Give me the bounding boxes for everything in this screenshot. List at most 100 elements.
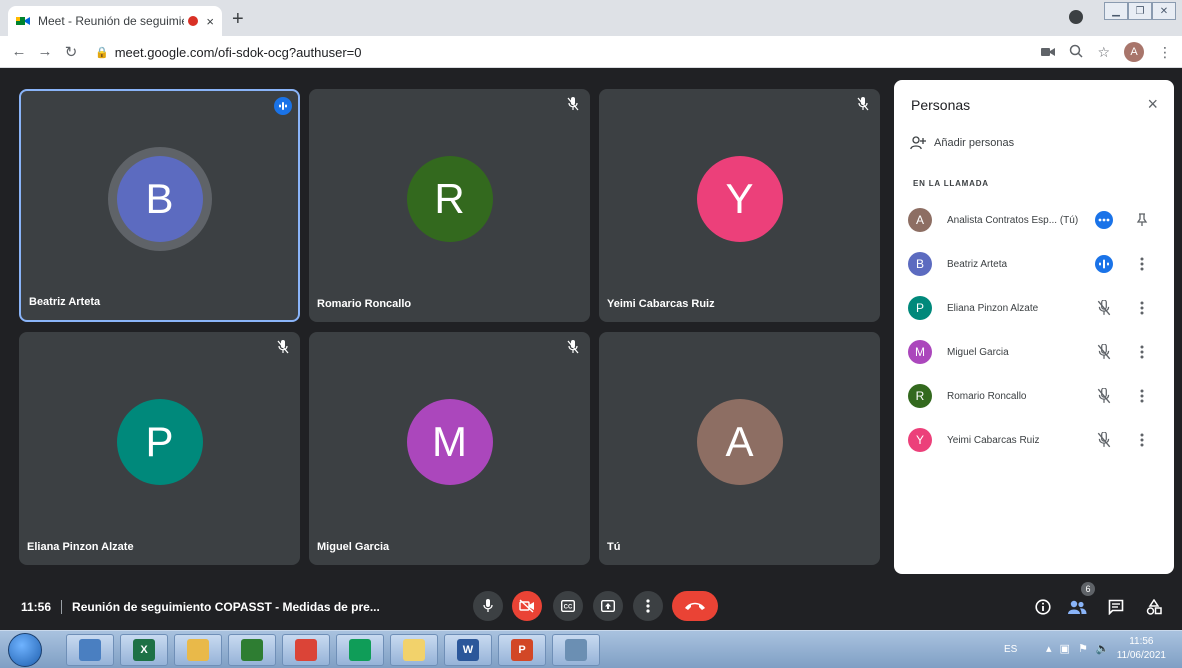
microphone-button[interactable] (473, 591, 503, 621)
chrome-profile-icon[interactable] (1069, 10, 1083, 24)
participant-tile[interactable]: A Tú (599, 332, 880, 565)
more-vert-icon[interactable] (1135, 387, 1149, 405)
powerpoint-icon: P (511, 639, 533, 661)
pin-icon[interactable] (1135, 211, 1149, 229)
taskbar-app-button[interactable] (282, 634, 330, 666)
participant-tile[interactable]: R Romario Roncallo (309, 89, 590, 322)
speaking-indicator-icon (274, 97, 292, 115)
recording-indicator-icon (188, 16, 199, 26)
more-vert-icon[interactable] (1135, 255, 1149, 273)
meet-favicon-icon (16, 15, 30, 27)
taskbar-clock[interactable]: 11:56 11/06/2021 (1117, 635, 1166, 663)
clock-date: 11/06/2021 (1116, 650, 1166, 661)
more-vert-icon[interactable] (1135, 299, 1149, 317)
participant-avatar: B (116, 155, 203, 242)
participant-list-name: Miguel Garcia (947, 346, 1009, 358)
people-panel-title: Personas (911, 97, 971, 113)
camera-icon[interactable] (1041, 44, 1056, 60)
input-language[interactable]: ES (1004, 644, 1017, 655)
mic-off-icon (564, 338, 582, 356)
participant-tile[interactable]: P Eliana Pinzon Alzate (19, 332, 300, 565)
taskbar-app-button[interactable] (552, 634, 600, 666)
mic-off-icon (1095, 299, 1113, 317)
address-bar: ← → ↻ 🔒 meet.google.com/ofi-sdok-ocg?aut… (0, 36, 1182, 68)
meeting-info-icon[interactable] (1032, 596, 1054, 618)
tab-close-button[interactable]: × (206, 14, 214, 29)
taskbar-app-button[interactable]: W (444, 634, 492, 666)
taskbar-app-button[interactable] (228, 634, 276, 666)
bookmark-star-icon[interactable]: ☆ (1097, 44, 1110, 61)
back-arrow-icon[interactable]: ← (6, 43, 32, 60)
participant-avatar: P (908, 296, 932, 320)
participant-list-name: Analista Contratos Esp... (Tú) (947, 214, 1079, 226)
minimize-button[interactable]: ▁ (1104, 2, 1128, 20)
add-people-button[interactable]: Añadir personas (910, 136, 1014, 150)
present-screen-button[interactable] (593, 591, 623, 621)
participant-avatar: R (908, 384, 932, 408)
network-tray-icon[interactable]: ▣ (1060, 642, 1070, 655)
meet-stage: B Beatriz Arteta R Romario Roncallo Y Yeimi C… (0, 68, 1182, 630)
more-vert-icon[interactable] (1135, 431, 1149, 449)
audio-status-icon (1095, 211, 1113, 229)
tab-title: Meet - Reunión de seguimie (38, 14, 185, 28)
meet-control-bar: 11:56 Reunión de seguimiento COPASST - M… (0, 582, 1182, 630)
taskbar-app-button[interactable]: X (120, 634, 168, 666)
participant-avatar: R (406, 155, 493, 242)
reload-icon[interactable]: ↻ (58, 43, 84, 61)
captions-button[interactable]: CC (553, 591, 583, 621)
volume-icon[interactable]: 🔈 (1096, 642, 1110, 655)
taskbar-app-button[interactable] (336, 634, 384, 666)
system-tray: ES ▴ ▣ ⚑ 🔈 11:56 11/06/2021 (992, 631, 1182, 668)
participant-list-item[interactable]: Y Yeimi Cabarcas Ruiz (894, 418, 1174, 462)
camera-off-button[interactable] (512, 591, 542, 621)
end-call-button[interactable] (672, 591, 718, 621)
participant-list-item[interactable]: R Romario Roncallo (894, 374, 1174, 418)
participant-avatar: B (908, 252, 932, 276)
participant-count-badge: 6 (1081, 582, 1095, 596)
participant-tile[interactable]: M Miguel Garcia (309, 332, 590, 565)
more-vert-icon[interactable] (1135, 343, 1149, 361)
participant-list-item[interactable]: B Beatriz Arteta (894, 242, 1174, 286)
taskbar-app-button[interactable]: P (498, 634, 546, 666)
activities-icon[interactable] (1143, 596, 1165, 618)
participant-tile[interactable]: Y Yeimi Cabarcas Ruiz (599, 89, 880, 322)
meeting-details[interactable]: 11:56 Reunión de seguimiento COPASST - M… (21, 600, 380, 614)
add-people-label: Añadir personas (934, 137, 1015, 149)
taskbar-app-button[interactable] (174, 634, 222, 666)
mic-off-icon (1095, 431, 1113, 449)
forward-arrow-icon[interactable]: → (32, 43, 58, 60)
meeting-info-divider (61, 600, 63, 614)
participant-tile[interactable]: B Beatriz Arteta (19, 89, 300, 322)
new-tab-button[interactable]: + (232, 9, 244, 29)
profile-avatar[interactable]: A (1124, 42, 1144, 62)
mic-off-icon (1095, 387, 1113, 405)
tray-icons: ▴ ▣ ⚑ 🔈 (1046, 642, 1110, 655)
people-panel-close-button[interactable]: × (1147, 94, 1158, 115)
participant-avatar: A (908, 208, 932, 232)
zoom-icon[interactable] (1069, 44, 1083, 61)
chat-icon[interactable] (1105, 596, 1127, 618)
browser-menu-icon[interactable]: ⋮ (1158, 44, 1172, 61)
browser-tab-meet[interactable]: Meet - Reunión de seguimie × (8, 6, 222, 36)
tray-expand-icon[interactable]: ▴ (1046, 642, 1052, 655)
participant-list-item[interactable]: A Analista Contratos Esp... (Tú) (894, 198, 1174, 242)
more-options-button[interactable] (633, 591, 663, 621)
meeting-time: 11:56 (21, 600, 52, 614)
meeting-title: Reunión de seguimiento COPASST - Medidas… (72, 600, 380, 614)
url-input[interactable]: 🔒 meet.google.com/ofi-sdok-ocg?authuser=… (95, 40, 1035, 64)
participant-name: Miguel Garcia (317, 541, 390, 553)
action-center-icon[interactable]: ⚑ (1078, 642, 1088, 655)
windows-start-button[interactable] (8, 633, 42, 667)
window-close-button[interactable]: ✕ (1152, 2, 1176, 20)
people-icon[interactable] (1066, 596, 1088, 618)
mic-off-icon (274, 338, 292, 356)
participant-avatar: A (696, 398, 783, 485)
taskbar-app-button[interactable] (66, 634, 114, 666)
maximize-button[interactable]: ❐ (1128, 2, 1152, 20)
participant-list-item[interactable]: M Miguel Garcia (894, 330, 1174, 374)
participant-list-name: Romario Roncallo (947, 390, 1027, 402)
taskbar-app-button[interactable] (390, 634, 438, 666)
participant-list-item[interactable]: P Eliana Pinzon Alzate (894, 286, 1174, 330)
explorer-icon (187, 639, 209, 661)
clock-time: 11:56 (1129, 636, 1154, 647)
